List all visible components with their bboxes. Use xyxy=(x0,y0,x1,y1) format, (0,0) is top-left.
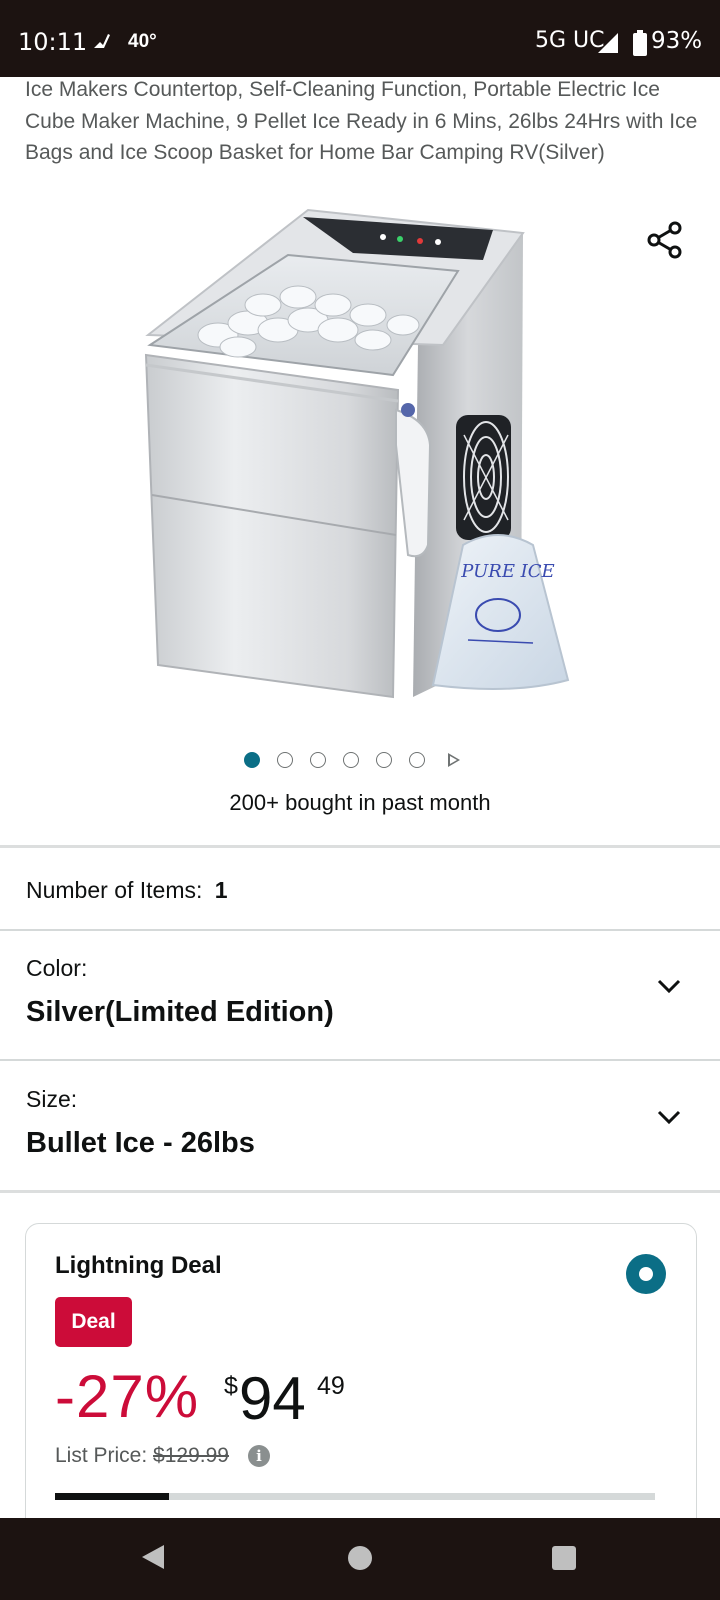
status-temperature: 40° xyxy=(128,31,157,52)
deal-claimed-progress xyxy=(55,1493,655,1500)
play-video-icon[interactable] xyxy=(448,753,460,767)
number-of-items-value: 1 xyxy=(214,877,228,903)
nav-recents-icon[interactable] xyxy=(552,1546,576,1570)
battery-icon xyxy=(633,30,647,56)
carousel-dot[interactable] xyxy=(277,752,293,768)
color-label: Color: xyxy=(26,955,88,981)
signal-icon xyxy=(598,33,618,53)
carousel-dot[interactable] xyxy=(244,752,260,768)
deal-badge: Deal xyxy=(55,1297,132,1347)
carousel-dot[interactable] xyxy=(376,752,392,768)
price-whole: 94 xyxy=(239,1365,306,1432)
list-price-label: List Price: xyxy=(55,1444,148,1467)
row-divider xyxy=(0,1059,720,1061)
deal-radio-button[interactable] xyxy=(626,1254,666,1294)
share-icon[interactable] xyxy=(645,220,685,260)
carousel-dot[interactable] xyxy=(310,752,326,768)
deal-title: Lightning Deal xyxy=(55,1252,222,1279)
status-time: 10:11 xyxy=(18,28,88,56)
color-value: Silver(Limited Edition) xyxy=(26,996,334,1028)
list-price-value: $129.99 xyxy=(153,1444,229,1467)
chevron-down-icon[interactable] xyxy=(655,972,683,1000)
carousel-dot[interactable] xyxy=(343,752,359,768)
product-image[interactable]: PURE ICE xyxy=(138,205,578,715)
number-of-items-label: Number of Items: xyxy=(26,877,203,903)
system-nav-bar xyxy=(0,1518,720,1600)
list-price: List Price: $129.99 xyxy=(55,1444,229,1468)
price-fraction: 49 xyxy=(317,1372,345,1400)
section-divider xyxy=(0,1190,720,1193)
status-network: 5G UC xyxy=(535,28,605,53)
status-battery-text: 93% xyxy=(651,28,703,54)
section-divider xyxy=(0,845,720,848)
bought-count-text: 200+ bought in past month xyxy=(229,790,491,815)
deal-claimed-progress-fill xyxy=(55,1493,169,1500)
discount-percent: -27% xyxy=(55,1363,200,1430)
chevron-down-icon[interactable] xyxy=(655,1103,683,1131)
info-icon[interactable]: i xyxy=(248,1445,270,1467)
size-label: Size: xyxy=(26,1086,78,1112)
price-currency: $ xyxy=(224,1372,238,1400)
nav-home-icon[interactable] xyxy=(348,1546,372,1570)
notification-icon xyxy=(94,34,110,48)
lightning-deal-card[interactable]: Lightning Deal Deal -27% $ 94 49 List Pr… xyxy=(25,1223,697,1543)
row-divider xyxy=(0,929,720,931)
bag-label: PURE ICE xyxy=(460,561,554,582)
image-carousel-dots xyxy=(0,752,720,772)
status-bar: 10:11 40° 5G UC 93% xyxy=(0,0,720,77)
product-title: Ice Makers Countertop, Self-Cleaning Fun… xyxy=(25,78,698,164)
size-value: Bullet Ice - 26lbs xyxy=(26,1127,255,1159)
carousel-dot[interactable] xyxy=(409,752,425,768)
number-of-items-row: Number of Items: 1 xyxy=(26,877,228,904)
nav-back-icon[interactable] xyxy=(138,1542,168,1572)
